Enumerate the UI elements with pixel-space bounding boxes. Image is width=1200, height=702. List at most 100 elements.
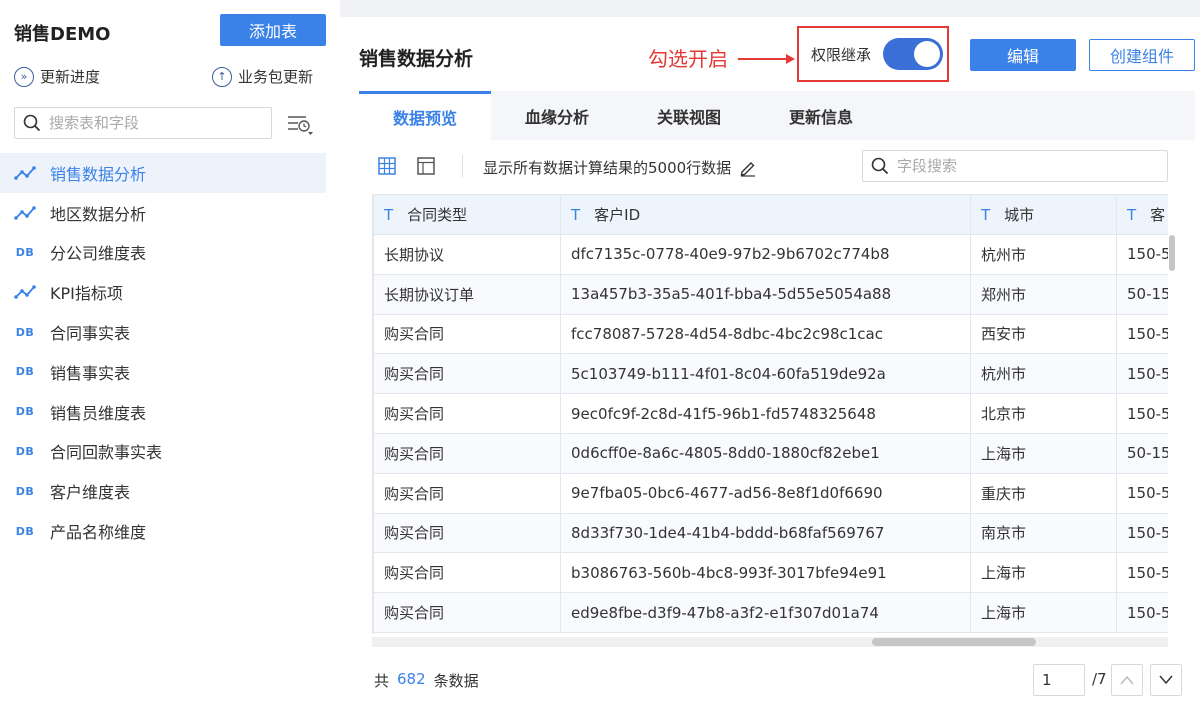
db-icon: DB [15,444,35,458]
table-cell: 9e7fba05-0bc6-4677-ad56-8e8f1d0f6690 [560,472,971,514]
field-search-input[interactable] [897,157,1147,175]
table-cell: 购买合同 [373,393,561,434]
table-cell: 上海市 [970,552,1117,594]
record-count-value: 682 [397,670,426,688]
nav-item-product-dimension[interactable]: DB 产品名称维度 [0,511,326,551]
column-header[interactable]: T客 [1116,194,1168,235]
table-cell: 50-150 [1116,273,1168,315]
annotation-arrow-icon [738,54,795,64]
preview-toolbar: 显示所有数据计算结果的5000行数据 [359,149,1195,185]
table-cell: 150-50 [1116,313,1168,355]
table-row: 购买合同 ed9e8fbe-d3f9-47b8-a3f2-e1f307d01a74… [373,592,1168,633]
text-type-icon: T [981,206,991,224]
table-search-input[interactable] [49,114,259,132]
table-search-box[interactable] [14,107,272,139]
package-update-link[interactable]: ↑ 业务包更新 [212,66,313,87]
nav-item-sales-analysis[interactable]: 销售数据分析 [0,153,326,193]
column-header[interactable]: T 合同类型 [373,194,561,235]
add-table-button[interactable]: 添加表 [220,14,326,46]
create-component-button[interactable]: 创建组件 [1089,39,1195,71]
page-title: 销售数据分析 [359,48,474,70]
table-cell: 购买合同 [373,313,561,355]
nav-item-contract-fact[interactable]: DB 合同事实表 [0,312,326,352]
nav-item-sales-fact[interactable]: DB 销售事实表 [0,352,326,392]
table-row: 购买合同 9ec0fc9f-2c8d-41f5-96b1-fd5748325648… [373,393,1168,434]
tab-data-preview[interactable]: 数据预览 [359,91,491,140]
pencil-icon[interactable] [739,159,757,177]
nav-item-payment-fact[interactable]: DB 合同回款事实表 [0,432,326,472]
db-icon: DB [15,405,35,419]
horizontal-scrollbar[interactable] [872,638,1036,646]
vertical-scrollbar[interactable] [1169,235,1175,271]
next-page-button[interactable] [1150,664,1182,696]
column-header[interactable]: T 客户ID [560,194,971,235]
table-row: 购买合同 0d6cff0e-8a6c-4805-8dd0-1880cf82ebe1… [373,432,1168,474]
column-header-label: 客 [1150,206,1166,224]
table-cell: 150-50 [1116,552,1168,594]
annotation-text: 勾选开启 [648,47,728,71]
table-cell: 9ec0fc9f-2c8d-41f5-96b1-fd5748325648 [560,393,971,434]
table-cell: 购买合同 [373,552,561,594]
column-header-label: 客户ID [594,206,641,224]
table-cell: 150-50 [1116,472,1168,514]
data-table: T 合同类型 T 客户ID T 城市 T客 长期协议 dfc7135c-0778-40e… [373,194,1168,633]
text-type-icon: T [384,206,394,224]
sidebar: 销售DEMO 添加表 » 更新进度 ↑ 业务包更新 销售数据分析 地区数据分析 … [0,0,340,702]
page-number-input[interactable] [1033,664,1085,696]
db-icon: DB [15,245,35,259]
filter-time-icon[interactable] [286,112,314,136]
search-icon [23,114,41,132]
chevron-up-icon [1120,675,1134,685]
nav-item-salesperson-dimension[interactable]: DB 销售员维度表 [0,392,326,432]
nav-item-label: 合同事实表 [50,324,131,344]
table-cell: dfc7135c-0778-40e9-97b2-9b6702c774b8 [560,234,971,275]
brand-title: 销售DEMO [14,24,111,45]
table-row: 购买合同 8d33f730-1de4-41b4-bddd-b68faf569767… [373,512,1168,554]
nav-item-label: 客户维度表 [50,483,131,503]
grid-view-icon[interactable] [378,157,396,175]
field-search-box[interactable] [862,150,1168,182]
permission-inherit-group: 权限继承 [797,26,949,82]
tab-lineage[interactable]: 血缘分析 [491,91,623,140]
table-row: 长期协议订单 13a457b3-35a5-401f-bba4-5d55e5054a… [373,273,1168,315]
record-count: 共 682 条数据 [374,670,479,691]
chevron-down-icon [1159,675,1173,685]
column-header[interactable]: T 城市 [970,194,1117,235]
layout-view-icon[interactable] [417,157,435,175]
tab-bar: 数据预览 血缘分析 关联视图 更新信息 [359,91,1195,140]
table-row: 购买合同 b3086763-560b-4bc8-993f-3017bfe94e91… [373,552,1168,594]
table-cell: 150-50 [1116,393,1168,434]
nav-item-kpi[interactable]: KPI指标项 [0,272,326,312]
edit-button[interactable]: 编辑 [970,39,1076,71]
table-row: 长期协议 dfc7135c-0778-40e9-97b2-9b6702c774b8… [373,234,1168,275]
table-cell: 购买合同 [373,592,561,633]
table-cell: 上海市 [970,432,1117,474]
table-cell: 南京市 [970,512,1117,554]
tab-relation-view[interactable]: 关联视图 [623,91,755,140]
nav-item-region-analysis[interactable]: 地区数据分析 [0,193,326,233]
nav-item-branch-dimension[interactable]: DB 分公司维度表 [0,233,326,273]
permission-inherit-toggle[interactable] [883,38,944,70]
table-cell: 5c103749-b111-4f01-8c04-60fa519de92a [560,353,971,395]
table-header-row: T 合同类型 T 客户ID T 城市 T客 [373,194,1168,235]
nav-item-label: 销售事实表 [50,363,131,383]
tab-update-info[interactable]: 更新信息 [755,91,887,140]
data-table-container: T 合同类型 T 客户ID T 城市 T客 长期协议 dfc7135c-0778-40e… [372,194,1168,634]
column-header-label: 城市 [1004,206,1035,224]
table-cell: 50-150 [1116,432,1168,474]
prev-page-button[interactable] [1111,664,1143,696]
nav-item-customer-dimension[interactable]: DB 客户维度表 [0,471,326,511]
analysis-icon [14,285,36,300]
table-row: 购买合同 fcc78087-5728-4d54-8dbc-4bc2c98c1cac… [373,313,1168,355]
db-icon: DB [15,325,35,339]
text-type-icon: T [571,206,581,224]
preview-info-text: 显示所有数据计算结果的5000行数据 [483,159,732,177]
analysis-icon [14,166,36,180]
table-cell: 150-50 [1116,353,1168,395]
table-cell: 150-50 [1116,512,1168,554]
toolbar-divider [462,155,463,177]
table-cell: 杭州市 [970,234,1117,275]
update-progress-link[interactable]: » 更新进度 [14,66,100,87]
table-cell: 西安市 [970,313,1117,355]
package-update-label: 业务包更新 [238,68,314,86]
